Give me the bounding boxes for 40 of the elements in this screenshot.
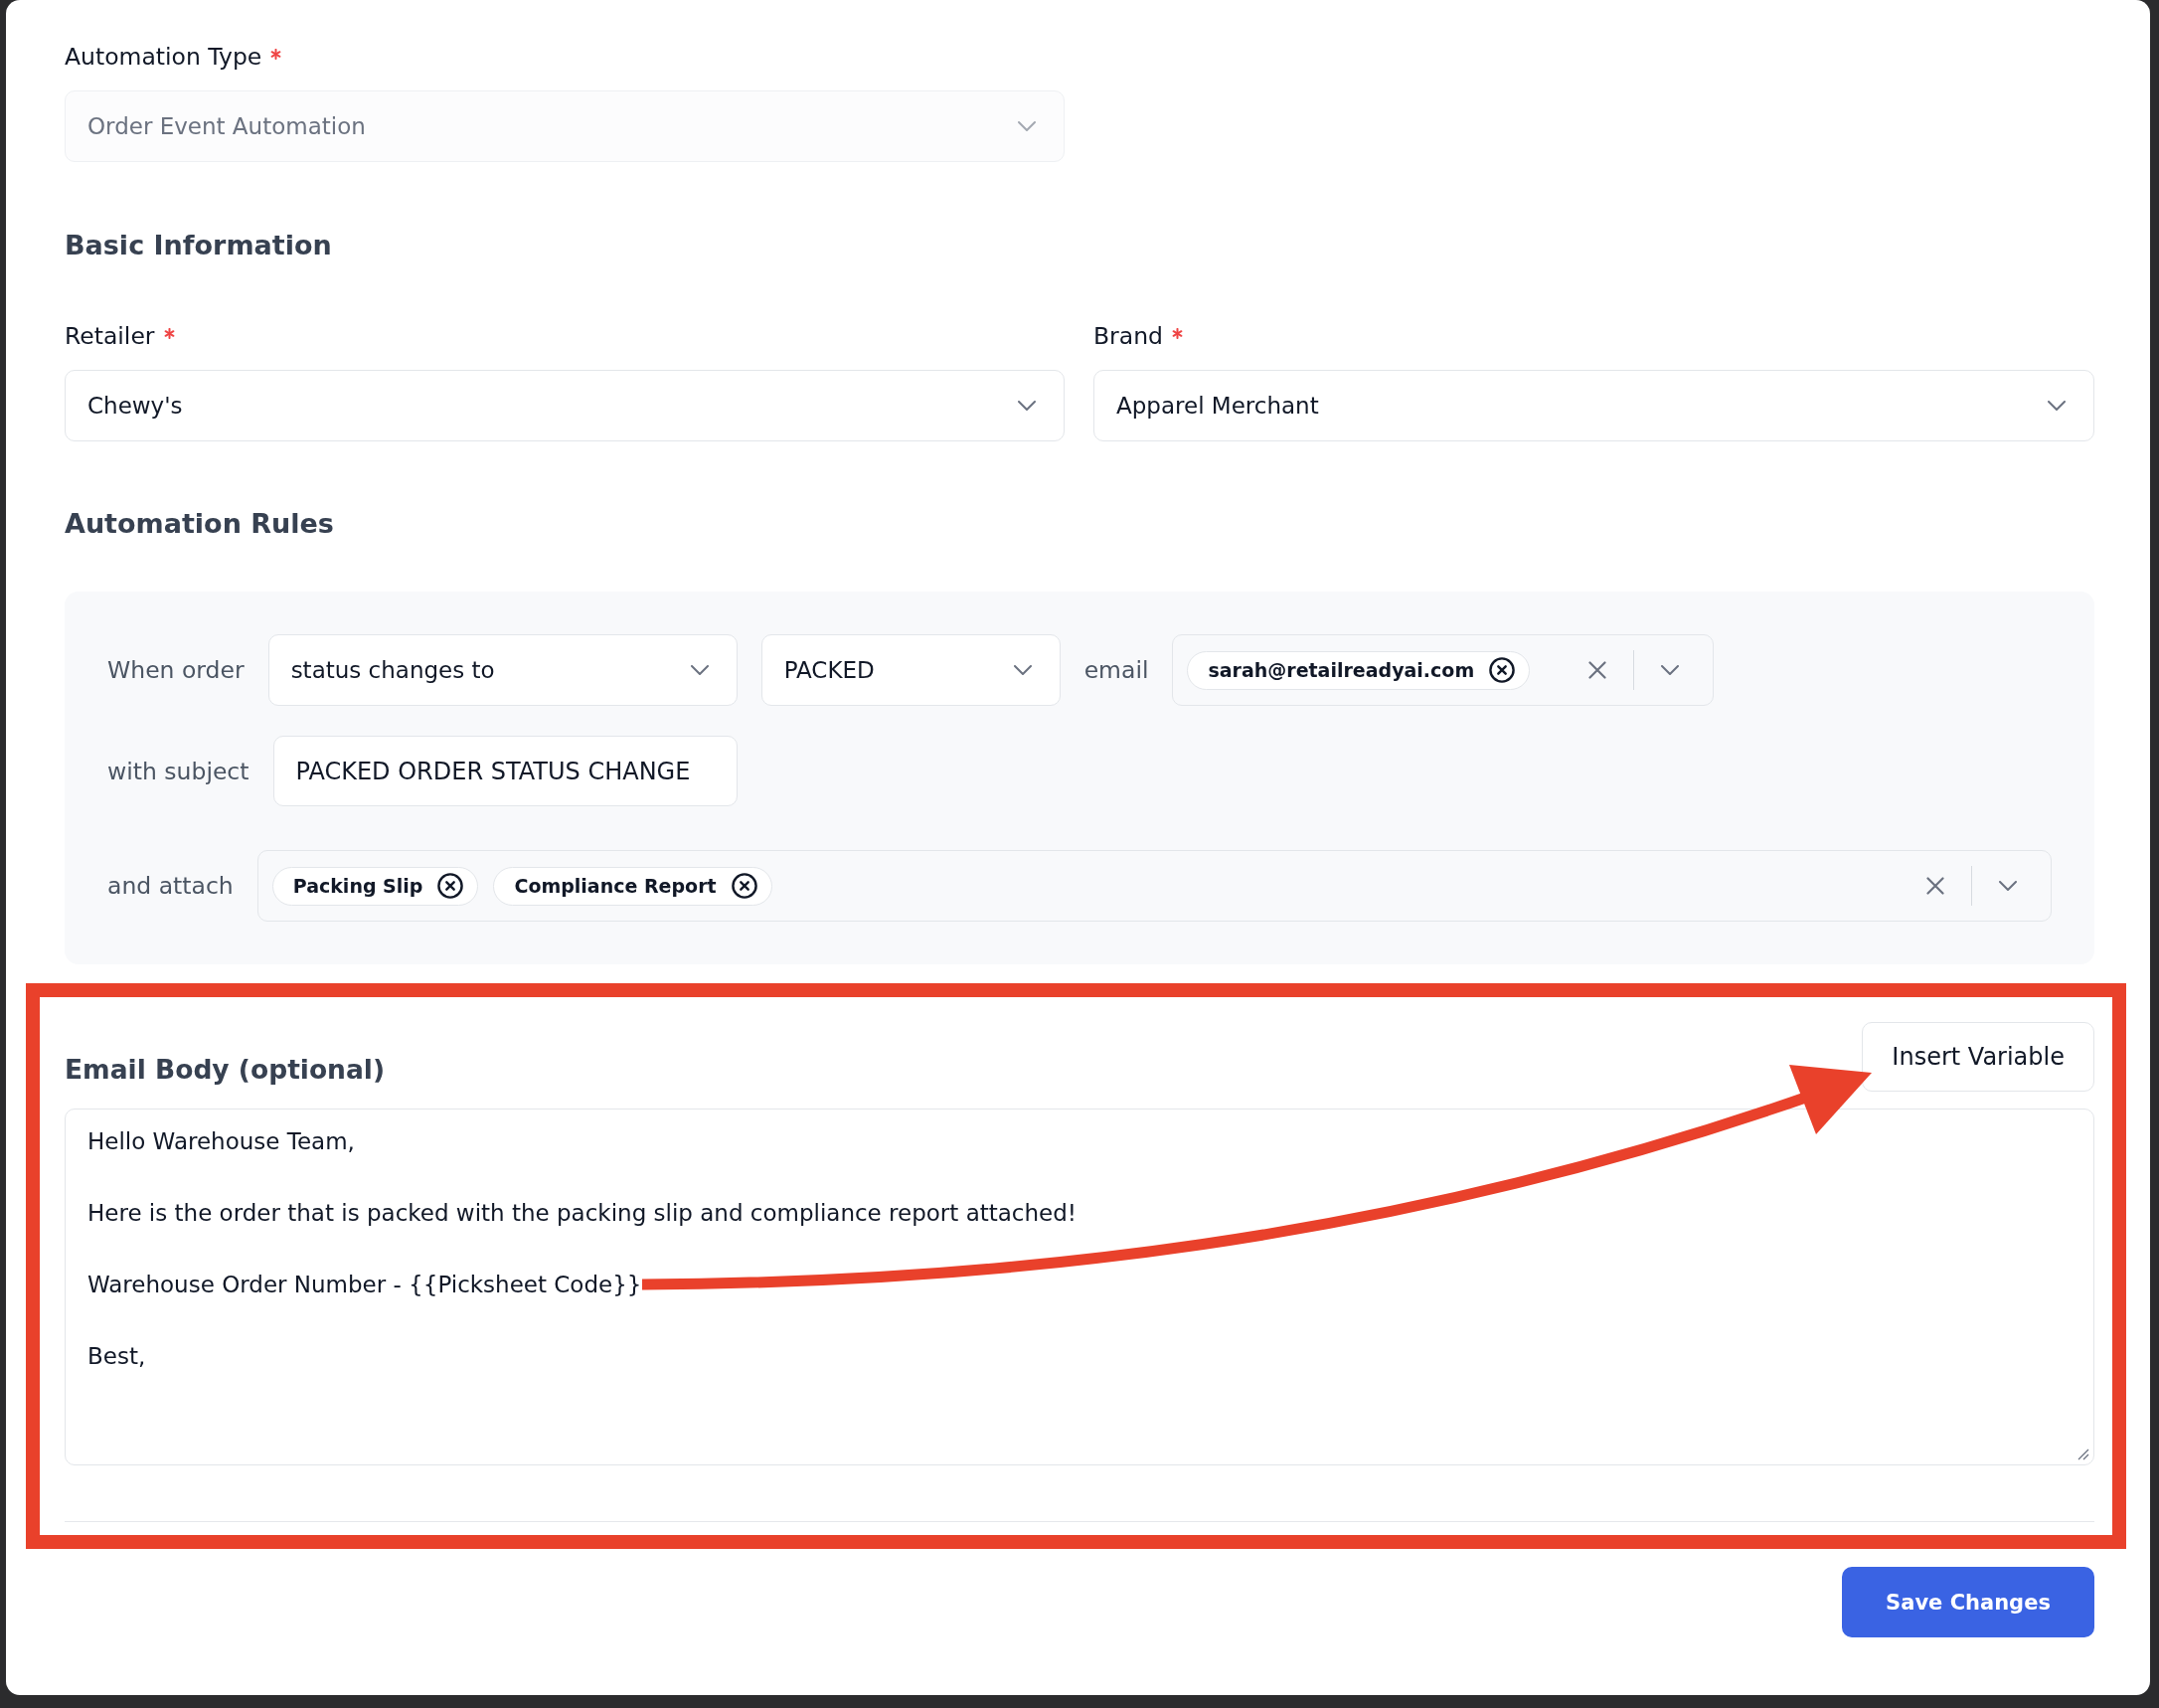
section-heading: Email Body (optional): [65, 1053, 386, 1087]
selected-tag[interactable]: Packing Slip: [271, 866, 479, 906]
body-text-line: Hello Warehouse Team,: [87, 1127, 355, 1156]
chevron-down-icon: [1999, 881, 2017, 891]
save-changes-button[interactable]: Save Changes: [1842, 1567, 2094, 1637]
close-icon[interactable]: [1588, 661, 1607, 679]
multiselect-field[interactable]: Packing Slip Compliance Report: [256, 850, 2052, 922]
email-body-field[interactable]: Hello Warehouse Team, Here is the order that is packed with the packing slip and compliance report attached! Warehouse Order Number - {{Picksheet Code}} Best,: [65, 1109, 2094, 1465]
field-label: Automation Type: [65, 42, 262, 73]
body-text-line: Warehouse Order Number - {{Picksheet Code}}: [87, 1271, 642, 1299]
rule-label: email: [1083, 655, 1149, 686]
select-field[interactable]: Chewy's: [65, 370, 1065, 441]
selected-tag[interactable]: Compliance Report: [493, 866, 772, 906]
field-label: Retailer: [65, 321, 155, 352]
selected-tag[interactable]: sarah@retailreadyai.com: [1187, 650, 1531, 690]
section-heading: Basic Information: [65, 229, 332, 262]
chevron-down-icon: [2048, 401, 2066, 411]
rule-label: When order: [107, 655, 245, 686]
section-heading: Automation Rules: [65, 507, 334, 541]
body-text-line: Best,: [87, 1342, 146, 1371]
close-icon[interactable]: [1926, 877, 1944, 895]
subject-input[interactable]: PACKED ORDER STATUS CHANGE: [272, 736, 738, 806]
rule-label: with subject: [107, 756, 249, 787]
circle-x-icon[interactable]: [1489, 657, 1516, 683]
chevron-down-icon: [1018, 401, 1036, 411]
chevron-down-icon: [1013, 665, 1032, 675]
chevron-down-icon: [690, 665, 709, 675]
rule-label: and attach: [107, 871, 234, 902]
insert-variable-button[interactable]: Insert Variable: [1862, 1022, 2094, 1092]
circle-x-icon[interactable]: [731, 873, 757, 899]
field-label: Brand: [1093, 321, 1163, 352]
body-text-line: Here is the order that is packed with the packing slip and compliance report attached!: [87, 1199, 1078, 1228]
circle-x-icon[interactable]: [437, 873, 464, 899]
select-field[interactable]: status changes to: [267, 634, 738, 706]
resize-handle-icon[interactable]: [2077, 1449, 2089, 1460]
chevron-down-icon: [1018, 121, 1036, 131]
chevron-down-icon: [1661, 665, 1680, 675]
select-field[interactable]: Apparel Merchant: [1093, 370, 2094, 441]
select-field[interactable]: PACKED: [760, 634, 1061, 706]
multiselect-field[interactable]: sarah@retailreadyai.com: [1172, 634, 1715, 706]
